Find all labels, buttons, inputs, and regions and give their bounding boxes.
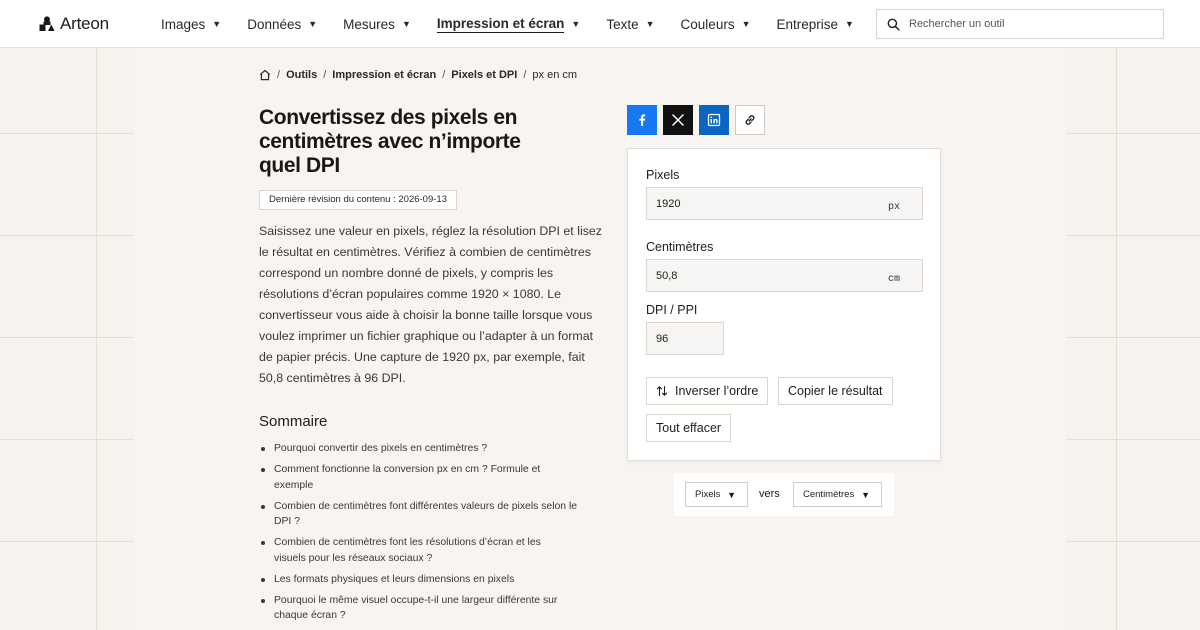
swap-order-label: Inverser l’ordre [675, 384, 759, 398]
toc-item[interactable]: Combien de centimètres font différentes … [259, 499, 599, 530]
caret-down-icon: ▼ [645, 19, 655, 29]
from-unit-select[interactable]: Pixels ▼ [685, 482, 748, 507]
dpi-field[interactable] [646, 322, 724, 355]
direction-connector: vers [759, 488, 780, 500]
revision-badge: Dernière révision du contenu : 2026-09-1… [259, 190, 457, 210]
nav-item-impression-ecran[interactable]: Impression et écran ▼ [436, 0, 581, 48]
breadcrumb-item-current: px en cm [532, 69, 578, 81]
home-icon[interactable] [259, 69, 271, 81]
toc-link[interactable]: Combien de centimètres font les résoluti… [274, 535, 572, 566]
to-unit-value: Centimètres [803, 489, 855, 500]
search-icon [887, 18, 900, 31]
swap-order-button[interactable]: Inverser l’ordre [646, 377, 769, 405]
from-unit-value: Pixels [695, 489, 721, 500]
pixels-input[interactable] [656, 197, 856, 210]
top-navigation-bar: Arteon Images ▼ Données ▼ Mesures ▼ Impr… [0, 0, 1200, 48]
copy-result-label: Copier le résultat [788, 384, 883, 398]
centimeters-label: Centimètres [646, 240, 714, 254]
toc-item[interactable]: Pourquoi convertir des pixels en centimè… [259, 441, 599, 457]
linkedin-icon [707, 113, 721, 127]
toc-item[interactable]: Comment fonctionne la conversion px en c… [259, 462, 599, 493]
toc-item[interactable]: Combien de centimètres font les résoluti… [259, 535, 599, 566]
logo[interactable]: Arteon [39, 14, 109, 34]
search-box[interactable] [876, 9, 1164, 39]
dpi-input[interactable] [656, 332, 716, 345]
breadcrumb-separator: / [442, 69, 446, 81]
page-title: Convertissez des pixels en centimètres a… [259, 106, 521, 177]
nav-item-couleurs[interactable]: Couleurs ▼ [681, 0, 751, 48]
copy-result-button[interactable]: Copier le résultat [778, 377, 893, 405]
dpi-label: DPI / PPI [646, 303, 698, 317]
toc-link[interactable]: Pourquoi le même visuel occupe-t-il une … [274, 593, 592, 624]
pixels-unit: px [887, 202, 900, 213]
nav-item-mesures[interactable]: Mesures ▼ [343, 0, 411, 48]
intro-paragraph: Saisissez une valeur en pixels, réglez l… [259, 224, 602, 385]
breadcrumb-separator: / [277, 69, 281, 81]
to-unit-select[interactable]: Centimètres ▼ [793, 482, 882, 507]
caret-down-icon: ▼ [308, 19, 318, 29]
toc-link[interactable]: Les formats physiques et leurs dimension… [274, 572, 574, 588]
copy-link-button[interactable] [735, 105, 765, 135]
share-x-button[interactable] [663, 105, 693, 135]
toc-link[interactable]: Pourquoi convertir des pixels en centimè… [274, 441, 574, 457]
nav-item-entreprise[interactable]: Entreprise ▼ [777, 0, 854, 48]
caret-down-icon: ▼ [727, 489, 736, 500]
breadcrumb-separator: / [323, 69, 327, 81]
breadcrumb-separator: / [523, 69, 527, 81]
nav-label: Impression et écran [436, 15, 565, 33]
toc-link[interactable]: Combien de centimètres font différentes … [274, 499, 594, 530]
nav-item-texte[interactable]: Texte ▼ [606, 0, 654, 48]
logo-text: Arteon [60, 14, 109, 33]
nav-label: Images [161, 16, 206, 32]
table-of-contents: Pourquoi convertir des pixels en centimè… [259, 441, 599, 629]
centimeters-input[interactable] [656, 269, 856, 282]
pixels-label: Pixels [646, 168, 680, 182]
link-icon [745, 115, 755, 125]
clear-all-label: Tout effacer [656, 421, 722, 435]
nav-label: Mesures [343, 16, 395, 32]
caret-down-icon: ▼ [401, 19, 411, 29]
caret-down-icon: ▼ [845, 19, 854, 29]
main-nav: Images ▼ Données ▼ Mesures ▼ Impression … [161, 0, 880, 48]
caret-down-icon: ▼ [571, 19, 581, 29]
nav-item-donnees[interactable]: Données ▼ [247, 0, 317, 48]
toc-title: Sommaire [259, 413, 328, 430]
toc-item[interactable]: Pourquoi le même visuel occupe-t-il une … [259, 593, 599, 624]
nav-label: Couleurs [680, 16, 735, 32]
centimeters-unit: cm [887, 274, 900, 285]
breadcrumb-item-impression[interactable]: Impression et écran [332, 69, 436, 81]
caret-down-icon: ▼ [741, 19, 751, 29]
centimeters-field[interactable]: cm [646, 259, 923, 292]
search-input[interactable] [909, 18, 1149, 30]
nav-item-images[interactable]: Images ▼ [161, 0, 221, 48]
logo-icon [39, 16, 55, 31]
caret-down-icon: ▼ [212, 19, 222, 29]
caret-down-icon: ▼ [861, 489, 870, 500]
share-facebook-button[interactable] [627, 105, 657, 135]
x-icon [672, 114, 684, 126]
swap-arrows-icon [656, 385, 668, 397]
share-linkedin-button[interactable] [699, 105, 729, 135]
breadcrumb-item-pixels-dpi[interactable]: Pixels et DPI [451, 69, 517, 81]
nav-label: Données [247, 16, 302, 32]
clear-all-button[interactable]: Tout effacer [646, 414, 732, 442]
facebook-icon [639, 114, 646, 126]
breadcrumb: / Outils / Impression et écran / Pixels … [259, 69, 577, 81]
toc-item[interactable]: Les formats physiques et leurs dimension… [259, 572, 599, 588]
nav-label: Entreprise [776, 16, 839, 32]
toc-link[interactable]: Comment fonctionne la conversion px en c… [274, 462, 559, 493]
pixels-field[interactable]: px [646, 187, 923, 220]
conversion-direction: Pixels ▼ vers Centimètres ▼ [674, 473, 894, 516]
nav-label: Texte [606, 16, 639, 32]
breadcrumb-item-outils[interactable]: Outils [286, 69, 317, 81]
share-buttons [627, 105, 765, 135]
converter-card: Pixels px Centimètres cm DPI / PPI Inver… [627, 148, 941, 461]
